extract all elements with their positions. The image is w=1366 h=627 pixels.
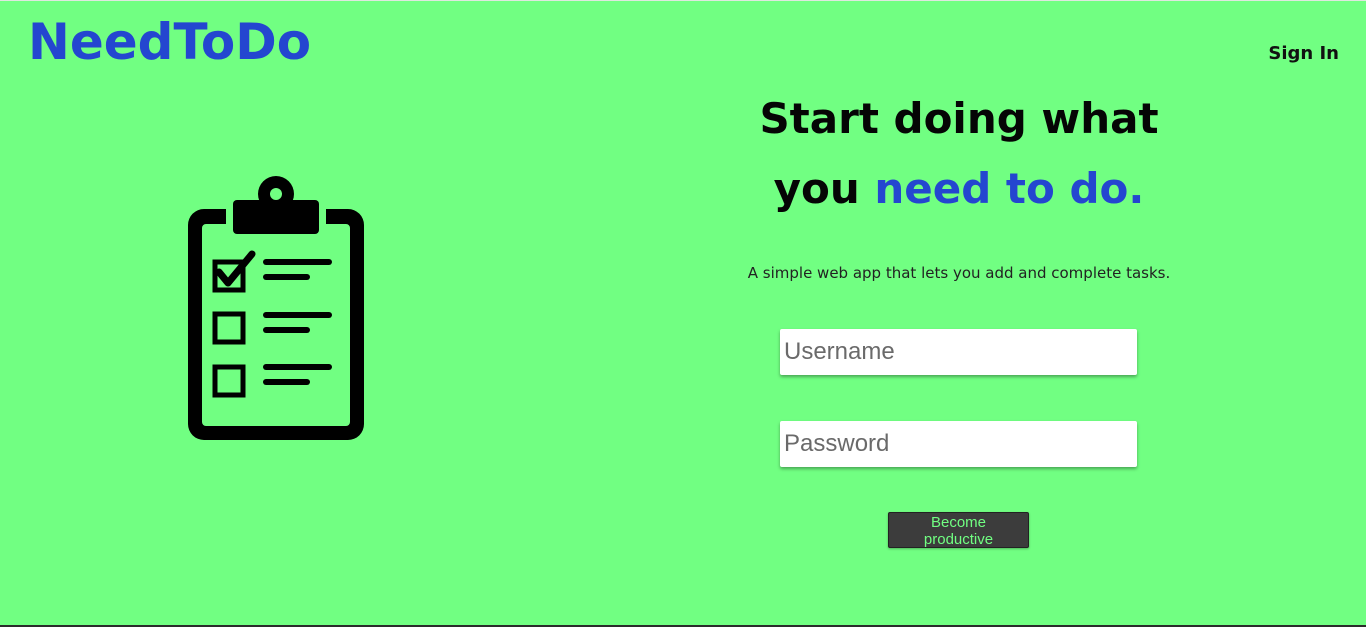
- clipboard-checklist-icon: [188, 176, 364, 440]
- headline: Start doing what you need to do.: [700, 84, 1218, 224]
- top-border: [0, 0, 1366, 1]
- headline-accent: need to do.: [874, 164, 1145, 213]
- hero-section: Start doing what you need to do.: [700, 84, 1218, 224]
- headline-line-2-prefix: you: [773, 164, 875, 213]
- signin-link[interactable]: Sign In: [1268, 42, 1339, 66]
- app-logo[interactable]: NeedToDo: [28, 10, 311, 74]
- become-productive-button[interactable]: Become productive: [888, 512, 1029, 548]
- password-input[interactable]: [780, 421, 1137, 467]
- username-input[interactable]: [780, 329, 1137, 375]
- tagline: A simple web app that lets you add and c…: [747, 264, 1171, 282]
- headline-line-1: Start doing what: [759, 94, 1159, 143]
